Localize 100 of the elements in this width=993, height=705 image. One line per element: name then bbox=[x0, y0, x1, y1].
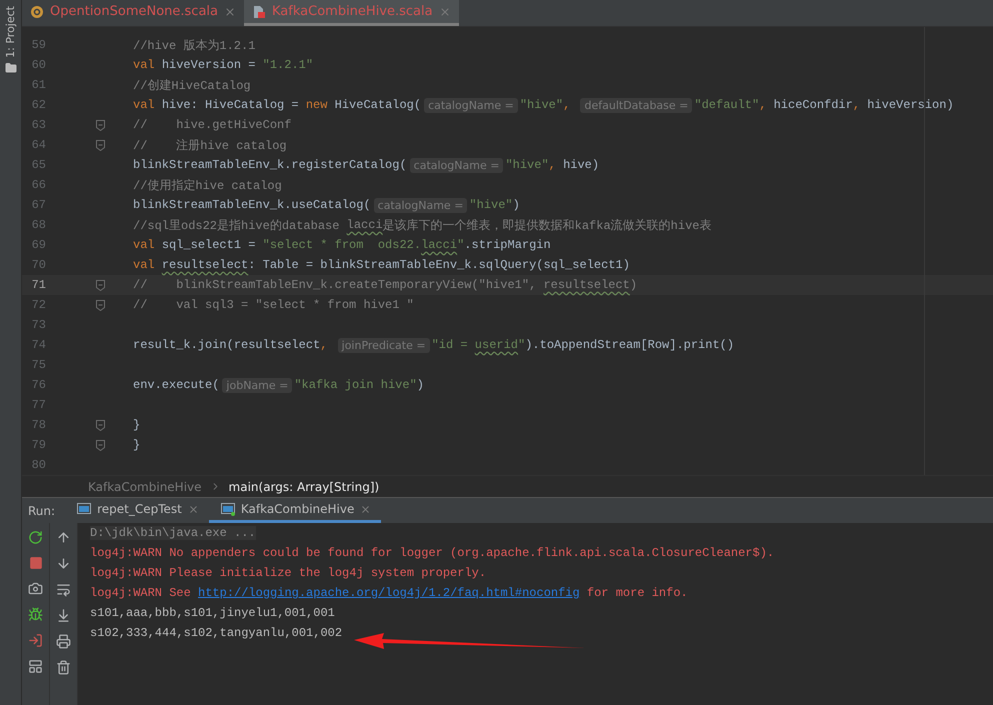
code-token: "id = bbox=[432, 338, 469, 352]
code-token: .stripMargin bbox=[464, 238, 551, 252]
code-token: "hive" bbox=[520, 98, 564, 112]
code-token: // 注册hive catalog bbox=[133, 138, 287, 154]
console-link[interactable]: http://logging.apache.org/log4j/1.2/faq.html#noconfig bbox=[198, 586, 580, 600]
code-token: userid bbox=[474, 338, 518, 352]
line-number: 67 bbox=[30, 198, 46, 212]
code-token: val bbox=[133, 98, 156, 112]
code-token: hiveVersion) bbox=[867, 98, 954, 112]
code-token: } bbox=[133, 438, 140, 452]
line-number: 61 bbox=[30, 78, 46, 92]
code-token: "select * from ods22. bbox=[262, 238, 422, 252]
parameter-hint: jobName = bbox=[222, 378, 292, 392]
stop-icon[interactable] bbox=[28, 556, 42, 570]
code-token: : Table = blinkStreamTableEnv_k.sqlQuery(sql_select1) bbox=[248, 258, 630, 272]
line-number: 69 bbox=[30, 238, 46, 252]
console-text: for more info. bbox=[586, 586, 688, 600]
code-token: //sql里ods22是指hive的database bbox=[133, 218, 340, 234]
parameter-hint: catalogName = bbox=[424, 98, 518, 112]
code-token: // val sql3 = "select * from hive1 " bbox=[133, 298, 414, 312]
line-number: 59 bbox=[30, 38, 46, 52]
console-icon bbox=[77, 502, 92, 516]
line-number: 60 bbox=[30, 58, 46, 72]
breadcrumb-item[interactable]: main(args: Array[String]) bbox=[228, 480, 380, 494]
line-number: 75 bbox=[30, 358, 46, 372]
line-number: 72 bbox=[30, 298, 46, 312]
tab-title: repet_CepTest bbox=[97, 502, 182, 516]
code-token: sql_select1 = bbox=[162, 238, 256, 252]
code-token: // hive.getHiveConf bbox=[133, 118, 292, 132]
layout-icon[interactable] bbox=[28, 659, 43, 674]
close-icon[interactable] bbox=[438, 6, 451, 18]
rerun-icon[interactable] bbox=[28, 530, 43, 545]
close-icon[interactable] bbox=[224, 6, 236, 18]
tab-title: KafkaCombineHive.scala bbox=[272, 4, 433, 19]
line-number: 71 bbox=[30, 278, 46, 292]
code-token: , bbox=[759, 98, 768, 112]
fold-marker-icon[interactable] bbox=[96, 300, 105, 310]
close-icon[interactable] bbox=[360, 504, 372, 514]
code-token: ) bbox=[416, 378, 424, 392]
close-icon[interactable] bbox=[188, 504, 199, 514]
parameter-hint: joinPredicate = bbox=[338, 338, 430, 352]
folder-icon[interactable] bbox=[4, 62, 16, 74]
line-number: 78 bbox=[30, 418, 46, 432]
console-text: log4j:WARN See bbox=[90, 586, 192, 600]
code-token: val bbox=[133, 58, 156, 72]
line-number: 73 bbox=[30, 318, 46, 332]
code-token: 是该库下的一个维表，即提供数据和kafka流做关联的hive表 bbox=[382, 218, 712, 234]
code-token: new bbox=[306, 98, 328, 112]
code-token: ) bbox=[512, 198, 520, 212]
code-token: "1.2.1" bbox=[262, 58, 314, 72]
tab-title: KafkaCombineHive bbox=[240, 502, 354, 516]
code-token: } bbox=[133, 418, 140, 432]
file-error-icon bbox=[252, 4, 266, 18]
print-icon[interactable] bbox=[56, 634, 71, 649]
fold-marker-icon[interactable] bbox=[96, 440, 105, 450]
code-token: HiveCatalog( bbox=[334, 98, 422, 112]
camera-icon[interactable] bbox=[28, 581, 43, 596]
fold-marker-icon[interactable] bbox=[96, 120, 105, 130]
console-line: s102,333,444,s102,tangyanlu,001,002 bbox=[90, 626, 342, 640]
console-line: log4j:WARN Please initialize the log4j system properly. bbox=[90, 566, 486, 580]
fold-marker-icon[interactable] bbox=[96, 420, 105, 430]
line-number: 76 bbox=[30, 378, 46, 392]
fold-marker-icon[interactable] bbox=[96, 280, 105, 290]
code-token: val bbox=[133, 258, 156, 272]
fold-marker-icon[interactable] bbox=[96, 140, 105, 150]
scroll-to-end-icon[interactable] bbox=[56, 608, 71, 623]
code-token: lacci bbox=[346, 218, 383, 232]
line-number: 74 bbox=[30, 338, 46, 352]
code-token: "default" bbox=[694, 98, 760, 112]
code-token: resultselect bbox=[162, 258, 248, 272]
line-number: 65 bbox=[30, 158, 46, 172]
code-token: hiceConfdir bbox=[774, 98, 853, 112]
run-tab[interactable]: repet_CepTest bbox=[65, 498, 209, 523]
code-token: env.execute( bbox=[133, 378, 220, 392]
line-number: 62 bbox=[30, 98, 46, 112]
code-token: hive: HiveCatalog = bbox=[162, 98, 300, 112]
object-file-icon bbox=[30, 4, 44, 18]
line-number: 80 bbox=[30, 458, 46, 472]
login-icon[interactable] bbox=[28, 633, 43, 648]
code-token: "hive" bbox=[469, 198, 513, 212]
code-token: val bbox=[133, 238, 156, 252]
breadcrumb-item[interactable]: KafkaCombineHive bbox=[88, 480, 202, 494]
parameter-hint: catalogName = bbox=[374, 198, 468, 212]
parameter-hint: catalogName = bbox=[410, 158, 504, 172]
line-number: 66 bbox=[30, 178, 46, 192]
code-token: //使用指定hive catalog bbox=[133, 178, 282, 194]
code-token: blinkStreamTableEnv_k.registerCatalog( bbox=[133, 158, 407, 172]
line-number: 79 bbox=[30, 438, 46, 452]
code-token: result_k.join(resultselect bbox=[133, 338, 320, 352]
code-token: //创建HiveCatalog bbox=[133, 78, 251, 94]
line-number: 70 bbox=[30, 258, 46, 272]
line-number: 68 bbox=[30, 218, 46, 232]
project-tool-tab[interactable]: 1: Project bbox=[4, 6, 17, 58]
parameter-hint: defaultDatabase = bbox=[580, 98, 692, 112]
code-token: resultselect bbox=[543, 278, 630, 292]
code-token: , bbox=[852, 98, 862, 112]
soft-wrap-icon[interactable] bbox=[56, 582, 71, 597]
bug-icon[interactable] bbox=[28, 607, 43, 622]
trash-icon[interactable] bbox=[56, 660, 71, 675]
down-arrow-icon[interactable] bbox=[56, 556, 71, 571]
